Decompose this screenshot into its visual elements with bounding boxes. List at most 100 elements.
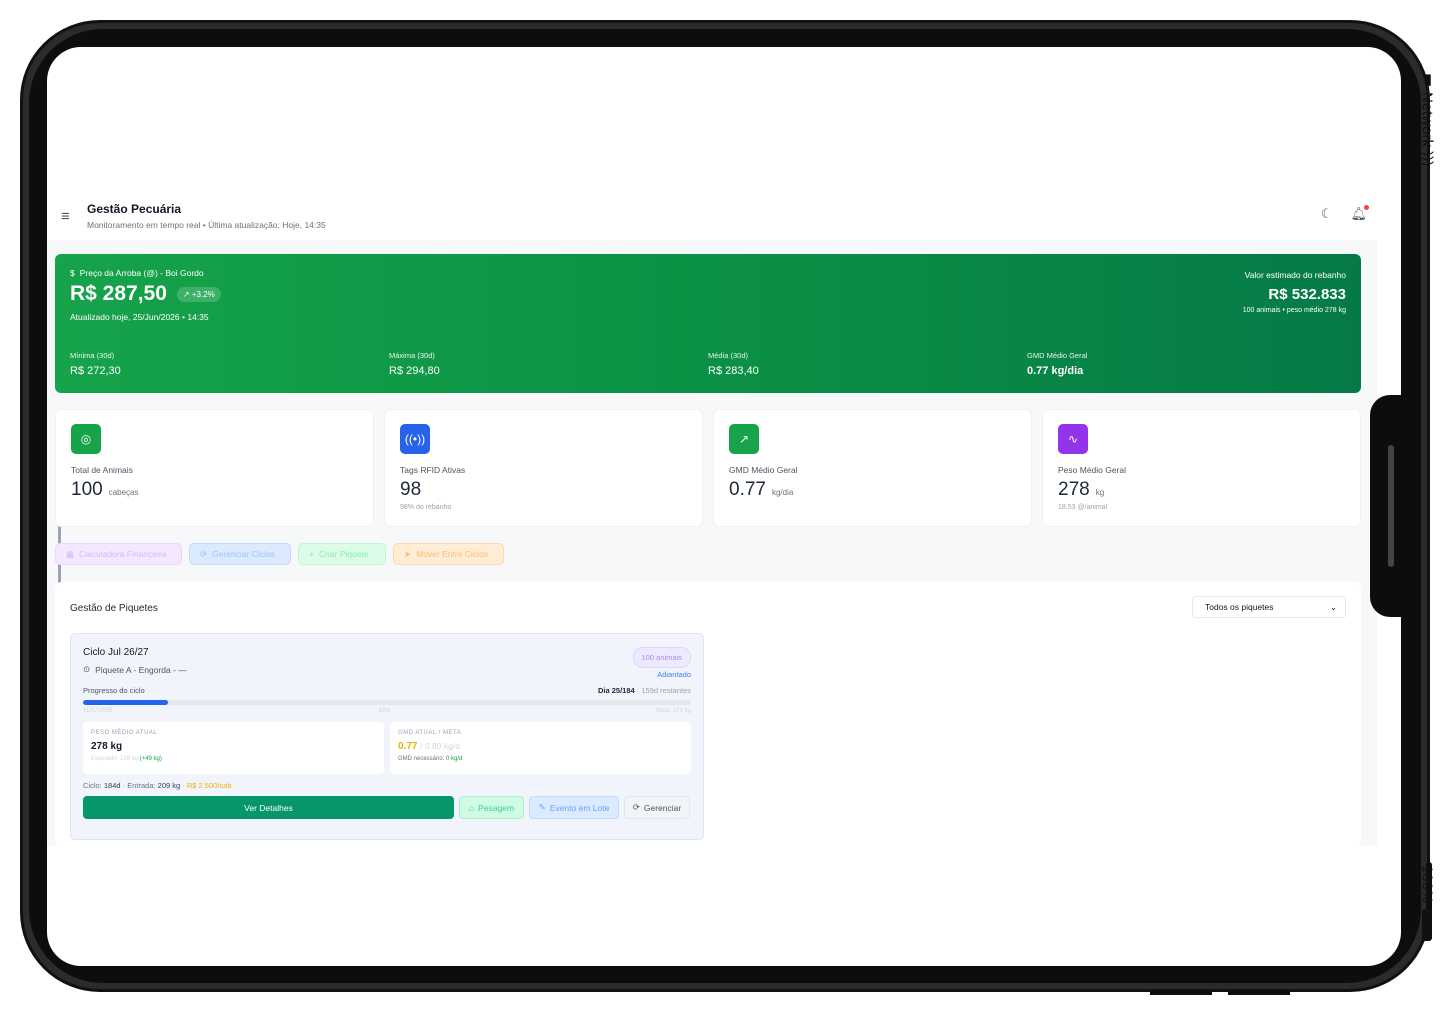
price-change: +3.2% xyxy=(191,289,215,299)
card-total-animals[interactable]: ◎ Total de Animais 100 cabeças xyxy=(55,409,374,527)
card-label: Tags RFID Ativas xyxy=(400,465,466,475)
gmd-box: GMD ATUAL / META 0.77 / 0.80 kg/d GMD ne… xyxy=(390,722,691,774)
progress-bar xyxy=(83,700,691,705)
progress-info: Dia 25/184 · 159d restantes xyxy=(598,686,691,695)
card-avg-weight[interactable]: ∿ Peso Médio Geral 278 kg 18.53 @/animal xyxy=(1042,409,1361,527)
gmd-needed-label: GMD necessário: xyxy=(398,756,445,762)
gmd-needed: 0 kg/d xyxy=(446,756,463,762)
progress-header: Progresso do ciclo Dia 25/184 · 159d res… xyxy=(83,686,691,695)
header-actions: ☾ 🔔︎ xyxy=(1321,205,1369,222)
volume-button xyxy=(1228,991,1290,995)
weight-value: 278 kg xyxy=(91,741,123,752)
herd-value-amount: R$ 532.833 xyxy=(1268,286,1346,303)
gmd-needed-row: GMD necessário: 0 kg/d xyxy=(398,756,683,762)
meta-cycle: 184d xyxy=(103,781,121,790)
manage-cycles-button[interactable]: ⟳ Gerenciar Ciclos xyxy=(189,543,291,565)
card-value-row: 98 xyxy=(400,479,687,501)
button-label: Pesagem xyxy=(478,802,515,813)
move-between-cycles-button[interactable]: ➤ Mover Entre Ciclos xyxy=(393,543,504,565)
cycle-actions: Ver Detalhes ⌂ Pesagem ✎ Evento em Lote … xyxy=(83,796,691,819)
stat-min: Mínima (30d) R$ 272,30 xyxy=(70,351,389,377)
arroba-price: R$ 287,50 xyxy=(70,282,167,305)
menu-icon[interactable]: ≡ xyxy=(61,208,81,225)
price-stats: Mínima (30d) R$ 272,30 Máxima (30d) R$ 2… xyxy=(70,351,1346,377)
button-label: Evento em Lote xyxy=(549,802,610,813)
meta-cycle-label: Ciclo: xyxy=(83,781,102,790)
side-notch xyxy=(1370,395,1410,617)
battery-icon xyxy=(1422,909,1432,942)
stat-value: 0.77 kg/dia xyxy=(1027,365,1084,377)
card-sub: 18.53 @/animal xyxy=(1058,504,1108,511)
stat-max: Máxima (30d) R$ 294,80 xyxy=(389,351,708,377)
title-block: Gestão Pecuária Monitoramento em tempo r… xyxy=(87,202,326,230)
card-label: GMD Médio Geral xyxy=(729,465,798,475)
cycle-status: Adiantado xyxy=(657,670,691,679)
price-banner: $ Preço da Arroba (@) - Boi Gordo R$ 287… xyxy=(55,254,1361,393)
status-network: ▮ Network ))) xyxy=(1416,70,1438,180)
plus-icon: + xyxy=(309,549,314,559)
stat-label: Média (30d) xyxy=(708,351,749,360)
card-value: 278 xyxy=(1058,479,1090,500)
app-header: ≡ Gestão Pecuária Monitoramento em tempo… xyxy=(47,192,1377,240)
network-label: Network xyxy=(1418,92,1436,148)
card-value: 98 xyxy=(400,479,422,500)
weighing-button[interactable]: ⌂ Pesagem xyxy=(459,796,524,819)
herd-value-sub: 100 animais • peso médio 278 kg xyxy=(1242,307,1346,314)
rfid-icon: ((•)) xyxy=(400,424,430,454)
page-subtitle: Monitoramento em tempo real • Última atu… xyxy=(87,220,326,230)
stat-value: R$ 294,80 xyxy=(389,365,440,377)
card-value-row: 278 kg xyxy=(1058,479,1345,501)
view-details-button[interactable]: Ver Detalhes xyxy=(83,796,454,819)
price-updated: Atualizado hoje, 25/Jun/2026 • 14:35 xyxy=(70,312,209,322)
card-value-row: 100 cabeças xyxy=(71,479,358,501)
bar-goal: Meta: 270 kg xyxy=(656,708,691,714)
volume-button xyxy=(1150,991,1212,995)
card-rfid-tags[interactable]: ((•)) Tags RFID Ativas 98 98% do rebanho xyxy=(384,409,703,527)
paddock-section: Gestão de Piquetes Todos os piquetes ⌄ C… xyxy=(55,582,1361,846)
paddock-filter-select[interactable]: Todos os piquetes ⌄ xyxy=(1192,596,1346,618)
notch-pill xyxy=(1388,445,1394,567)
trending-up-icon: ↗ xyxy=(182,289,192,299)
battery-label: 100% xyxy=(1418,865,1436,904)
stat-label: Mínima (30d) xyxy=(70,351,115,360)
button-label: Criar Piquete xyxy=(318,549,369,559)
calculator-button[interactable]: ▦ Calculadora Financeira xyxy=(55,543,182,565)
progress-day: Dia 25/184 xyxy=(598,686,635,695)
meta-price: · R$ 2.500/cab xyxy=(182,781,232,790)
gmd-goal: / 0.80 kg/d xyxy=(420,741,460,751)
herd-value-label: Valor estimado do rebanho xyxy=(1244,270,1346,280)
batch-event-button[interactable]: ✎ Evento em Lote xyxy=(529,796,619,819)
card-unit: cabeças xyxy=(108,488,139,497)
stat-value: R$ 283,40 xyxy=(708,365,759,377)
weight-box: PESO MÉDIO ATUAL 278 kg Esperado: 228 kg… xyxy=(83,722,384,774)
card-gmd[interactable]: ↗ GMD Médio Geral 0.77 kg/dia xyxy=(713,409,1032,527)
bell-icon[interactable]: 🔔︎ xyxy=(1350,205,1369,222)
price-main: R$ 287,50 ↗ +3.2% xyxy=(70,282,1346,306)
calculator-icon: ▦ xyxy=(66,548,75,559)
cycle-card: Ciclo Jul 26/27 ⊙ Piquete A - Engorda - … xyxy=(70,633,704,840)
progress-bar-labels: 11/07/2026 14% Meta: 270 kg xyxy=(83,708,691,714)
card-sub: 98% do rebanho xyxy=(400,504,452,511)
lock-icon: ▮ xyxy=(1419,70,1436,88)
notification-dot xyxy=(1364,205,1369,210)
stat-gmd: GMD Médio Geral 0.77 kg/dia xyxy=(1027,351,1346,377)
herd-value: Valor estimado do rebanho R$ 532.833 100… xyxy=(1243,270,1346,314)
cycle-location: Piquete A - Engorda - — xyxy=(95,664,187,675)
select-value: Todos os piquetes xyxy=(1205,602,1274,612)
moon-icon[interactable]: ☾ xyxy=(1321,206,1333,222)
button-label: Gerenciar xyxy=(643,802,682,813)
weight-label: PESO MÉDIO ATUAL xyxy=(91,730,158,736)
gmd-value-row: 0.77 / 0.80 kg/d xyxy=(398,741,683,752)
progress-label: Progresso do ciclo xyxy=(83,686,145,695)
button-label: Calculadora Financeira xyxy=(79,549,167,559)
create-paddock-button[interactable]: + Criar Piquete xyxy=(298,543,386,565)
wifi-icon: ))) xyxy=(1418,151,1436,167)
gmd-value: 0.77 xyxy=(398,741,418,752)
chevron-down-icon: ⌄ xyxy=(1329,601,1337,612)
screen: ≡ Gestão Pecuária Monitoramento em tempo… xyxy=(47,47,1401,966)
card-label: Total de Animais xyxy=(71,465,133,475)
stat-value: R$ 272,30 xyxy=(70,365,121,377)
card-value: 100 xyxy=(71,479,103,500)
send-icon: ➤ xyxy=(404,548,412,559)
manage-button[interactable]: ⟳ Gerenciar xyxy=(624,796,690,819)
